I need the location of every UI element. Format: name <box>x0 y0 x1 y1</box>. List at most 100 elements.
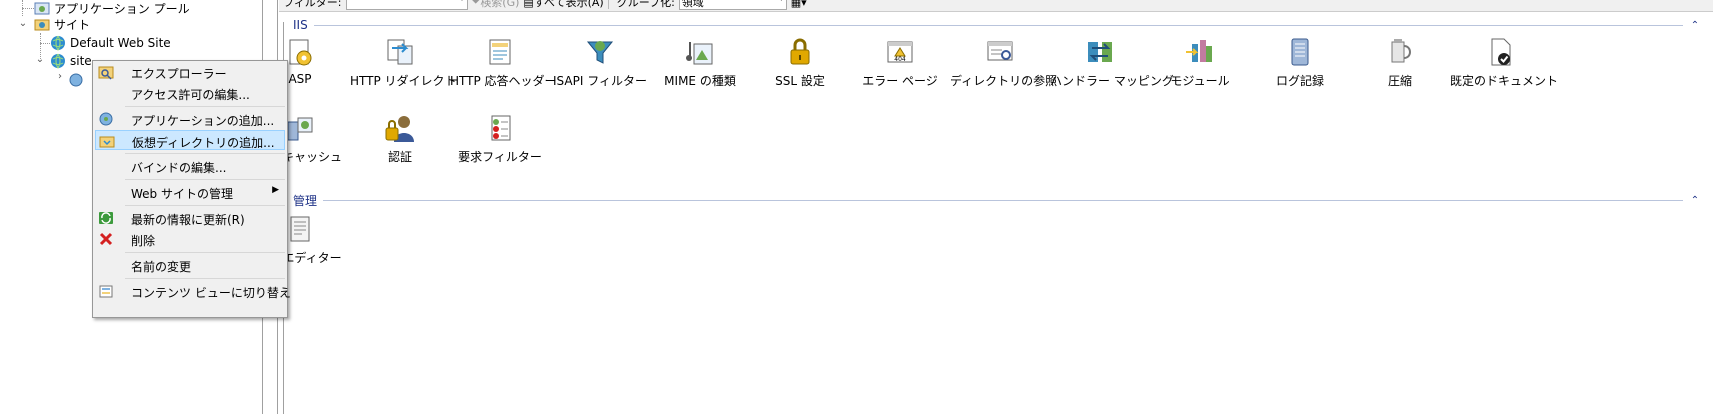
add-virtual-directory-icon <box>99 133 115 149</box>
feature-label: 圧縮 <box>1387 74 1412 88</box>
feature-label: HTTP 応答ヘッダー <box>450 74 557 88</box>
globe-icon <box>50 53 66 70</box>
feature-label: ハンドラー マッピング <box>1050 74 1174 88</box>
search-button[interactable]: ⏷ 検索(G) <box>472 0 520 10</box>
group-rule <box>313 24 1683 26</box>
feature-mime-types[interactable]: MIME の種類 <box>650 36 750 89</box>
feature-ssl-lock[interactable]: SSL 設定 <box>750 36 850 89</box>
feature-request-filter[interactable]: 要求フィルター <box>450 112 550 165</box>
feature-label: モジュール <box>1170 74 1230 88</box>
feature-directory-browse[interactable]: ディレクトリの参照 <box>950 36 1058 89</box>
default-document-icon <box>1484 36 1516 68</box>
feature-default-document[interactable]: 既定のドキュメント <box>1450 36 1559 89</box>
chevron-right-icon[interactable]: › <box>55 71 65 82</box>
application-icon <box>68 72 84 88</box>
context-menu: エクスプローラー アクセス許可の編集... アプリケーションの追加... 仮想デ… <box>92 60 291 318</box>
feature-label: MIME の種類 <box>664 74 736 88</box>
feature-label: ISAPI フィルター <box>553 74 647 88</box>
feature-compression[interactable]: 圧縮 <box>1350 36 1450 89</box>
menu-separator <box>125 252 285 253</box>
directory-browse-icon <box>984 36 1016 68</box>
feature-label: 認証 <box>387 150 412 164</box>
show-all-button[interactable]: ▤ すべて表示(A) <box>523 0 603 10</box>
sites-folder-icon <box>34 16 50 32</box>
show-all-icon: ▤ <box>523 0 534 9</box>
menu-item-switch-content-view[interactable]: コンテンツ ビューに切り替え <box>95 281 291 301</box>
content-view-icon <box>98 283 114 299</box>
feature-label: ログ記録 <box>1275 74 1324 88</box>
refresh-icon <box>98 210 114 226</box>
svg-text:404: 404 <box>894 56 906 63</box>
add-application-icon <box>98 111 114 127</box>
feature-label: HTTP リダイレクト <box>350 74 457 88</box>
chevron-up-icon[interactable]: ⌃ <box>1689 20 1701 31</box>
output-cache-icon <box>284 112 316 144</box>
group-by-select[interactable]: 領域 <box>678 0 787 10</box>
menu-separator <box>125 153 285 154</box>
tree-item-sites[interactable]: サイト <box>34 15 90 33</box>
funnel-icon: ⏷ <box>471 0 481 8</box>
isapi-filter-icon <box>584 36 616 68</box>
group-rule <box>323 199 1683 201</box>
tree-item-site[interactable]: site <box>50 52 92 70</box>
http-response-headers-icon <box>484 36 516 68</box>
view-toggle-button[interactable]: ▦▾ <box>791 0 807 9</box>
feature-modules[interactable]: モジュール <box>1150 36 1250 89</box>
authentication-icon <box>384 112 416 144</box>
explorer-icon <box>98 64 114 80</box>
menu-separator <box>125 278 285 279</box>
filter-input[interactable] <box>345 0 468 10</box>
feature-http-response-headers[interactable]: HTTP 応答ヘッダー <box>450 36 557 89</box>
handler-mapping-icon <box>1084 36 1116 68</box>
feature-label: 既定のドキュメント <box>1450 74 1559 88</box>
menu-item-add-application[interactable]: アプリケーションの追加... <box>95 109 285 129</box>
filter-label: フィルター: <box>283 0 342 9</box>
request-filter-icon <box>484 112 516 144</box>
tree-line <box>40 43 50 44</box>
group-header-iis[interactable]: IIS ⌃ <box>293 18 1701 32</box>
chevron-up-icon[interactable]: ⌃ <box>1689 195 1701 206</box>
feature-error-page-404[interactable]: 404 エラー ページ <box>850 36 950 89</box>
chevron-down-icon[interactable]: ⌄ <box>35 54 45 65</box>
feature-label: 要求フィルター <box>458 150 542 164</box>
tree-item-default-web-site[interactable]: Default Web Site <box>50 34 171 52</box>
group-by-label: グループ化: <box>616 0 675 9</box>
view-icon: ▦▾ <box>790 0 807 9</box>
logging-icon <box>1284 36 1316 68</box>
feature-isapi-filter[interactable]: ISAPI フィルター <box>550 36 650 89</box>
error-page-404-icon: 404 <box>884 36 916 68</box>
compression-icon <box>1384 36 1416 68</box>
menu-item-manage-website[interactable]: Web サイトの管理 ▶ <box>95 182 285 202</box>
menu-separator <box>125 106 285 107</box>
ssl-lock-icon <box>784 36 816 68</box>
menu-item-edit-bindings[interactable]: バインドの編集... <box>95 156 285 176</box>
config-editor-icon <box>284 213 316 245</box>
menu-separator <box>125 179 285 180</box>
feature-logging[interactable]: ログ記録 <box>1250 36 1350 89</box>
menu-item-rename[interactable]: 名前の変更 <box>95 255 285 275</box>
modules-icon <box>1184 36 1216 68</box>
feature-handler-mapping[interactable]: ハンドラー マッピング <box>1050 36 1174 89</box>
globe-icon <box>50 35 66 52</box>
menu-item-explore[interactable]: エクスプローラー <box>95 62 285 82</box>
menu-item-add-virtual-directory[interactable]: 仮想ディレクトリの追加... <box>95 130 285 150</box>
group-header-management[interactable]: 管理 ⌃ <box>293 193 1701 208</box>
features-view: フィルター: ⏷ 検索(G) ▤ すべて表示(A) グループ化: 領域 ▦▾ I… <box>258 0 1713 414</box>
asp-icon <box>284 36 316 68</box>
menu-item-refresh[interactable]: 最新の情報に更新(R) <box>95 208 285 228</box>
menu-separator <box>125 205 285 206</box>
app-pool-icon <box>34 0 50 16</box>
chevron-down-icon[interactable]: ⌄ <box>18 18 28 29</box>
feature-http-redirect[interactable]: HTTP リダイレクト <box>350 36 457 89</box>
tree-item-child[interactable] <box>68 71 84 89</box>
filter-toolbar: フィルター: ⏷ 検索(G) ▤ すべて表示(A) グループ化: 領域 ▦▾ <box>279 0 1713 12</box>
delete-x-icon <box>98 231 114 247</box>
menu-item-delete[interactable]: 削除 <box>95 229 285 249</box>
feature-label: エラー ページ <box>862 74 938 88</box>
feature-label: SSL 設定 <box>775 74 825 88</box>
menu-item-edit-permissions[interactable]: アクセス許可の編集... <box>95 83 285 103</box>
tree-line <box>22 8 34 9</box>
mime-types-icon <box>684 36 716 68</box>
feature-authentication[interactable]: 認証 <box>350 112 450 165</box>
feature-label: ディレクトリの参照 <box>950 74 1058 88</box>
